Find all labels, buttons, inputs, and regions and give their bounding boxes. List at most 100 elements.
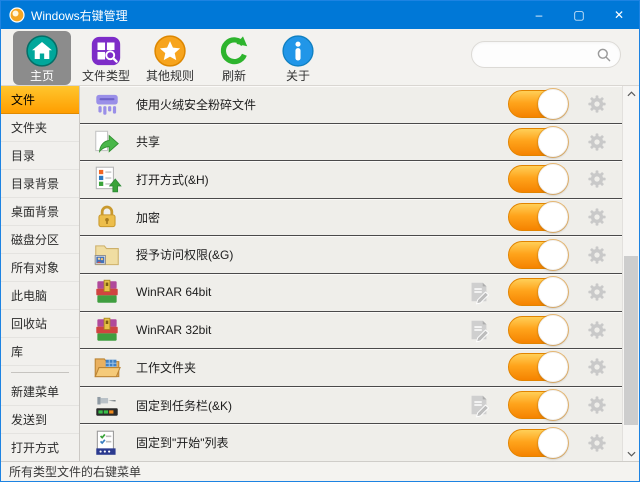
other-rules-icon xyxy=(153,34,187,68)
toggle-switch[interactable] xyxy=(508,90,568,118)
sidebar-item-label: 文件夹 xyxy=(11,119,47,136)
app-window: Windows右键管理 – ▢ ✕ 主页 文件类型 其他规则刷新关于 文件文件夹目录… xyxy=(0,0,640,482)
toggle-switch[interactable] xyxy=(508,429,568,457)
sidebar: 文件文件夹目录目录背景桌面背景磁盘分区所有对象此电脑回收站库新建菜单发送到打开方… xyxy=(1,86,80,461)
statusbar: 所有类型文件的右键菜单 xyxy=(1,461,639,481)
list-item[interactable]: 授予访问权限(&G) xyxy=(80,236,622,274)
gear-icon[interactable] xyxy=(586,281,608,303)
list-item[interactable]: 固定到"开始"列表 xyxy=(80,424,622,461)
sidebar-item-label: 库 xyxy=(11,343,23,360)
sidebar-item-library[interactable]: 库 xyxy=(1,338,79,366)
sidebar-item-label: 目录 xyxy=(11,147,35,164)
pin-taskbar-icon xyxy=(92,390,122,420)
gear-icon[interactable] xyxy=(586,356,608,378)
share-icon xyxy=(92,127,122,157)
sidebar-item-label: 新建菜单 xyxy=(11,383,59,400)
search-input[interactable] xyxy=(484,48,596,62)
gear-icon[interactable] xyxy=(586,319,608,341)
gear-icon[interactable] xyxy=(586,206,608,228)
toggle-knob xyxy=(538,89,568,119)
sidebar-item-send-to[interactable]: 发送到 xyxy=(1,406,79,434)
close-button[interactable]: ✕ xyxy=(599,1,639,29)
list-item[interactable]: WinRAR 64bit xyxy=(80,274,622,312)
status-text: 所有类型文件的右键菜单 xyxy=(9,463,141,480)
maximize-button[interactable]: ▢ xyxy=(559,1,599,29)
window-title: Windows右键管理 xyxy=(31,7,519,24)
toggle-switch[interactable] xyxy=(508,353,568,381)
work-folders-icon xyxy=(92,352,122,382)
toggle-knob xyxy=(538,202,568,232)
sidebar-item-dir-bg[interactable]: 目录背景 xyxy=(1,170,79,198)
toggle-knob xyxy=(538,240,568,270)
scrollbar-track xyxy=(623,101,639,446)
toggle-knob xyxy=(538,127,568,157)
grant-access-icon xyxy=(92,240,122,270)
sidebar-item-folder[interactable]: 文件夹 xyxy=(1,114,79,142)
sidebar-item-all-objects[interactable]: 所有对象 xyxy=(1,254,79,282)
toolbar-button-about[interactable]: 关于 xyxy=(269,31,327,85)
sidebar-item-label: 发送到 xyxy=(11,411,47,428)
toggle-switch[interactable] xyxy=(508,391,568,419)
list-item-label: 加密 xyxy=(136,209,508,226)
toolbar-button-label: 关于 xyxy=(286,70,310,83)
sidebar-item-label: 所有对象 xyxy=(11,259,59,276)
gear-icon[interactable] xyxy=(586,168,608,190)
list-item-label: 固定到任务栏(&K) xyxy=(136,397,466,414)
toggle-switch[interactable] xyxy=(508,241,568,269)
scroll-down-icon[interactable] xyxy=(623,446,639,461)
toolbar-button-file-types[interactable]: 文件类型 xyxy=(77,31,135,85)
toggle-switch[interactable] xyxy=(508,128,568,156)
sidebar-item-directory[interactable]: 目录 xyxy=(1,142,79,170)
list-item[interactable]: 打开方式(&H) xyxy=(80,161,622,199)
toolbar-button-label: 主页 xyxy=(30,70,54,83)
list-item-label: WinRAR 64bit xyxy=(136,285,466,299)
content-area: 文件文件夹目录目录背景桌面背景磁盘分区所有对象此电脑回收站库新建菜单发送到打开方… xyxy=(1,86,639,461)
sidebar-item-file[interactable]: 文件 xyxy=(1,86,79,114)
gear-icon[interactable] xyxy=(586,131,608,153)
sidebar-item-label: 此电脑 xyxy=(11,287,47,304)
sidebar-divider xyxy=(1,366,79,378)
list-item[interactable]: 使用火绒安全粉碎文件 xyxy=(80,86,622,124)
lock-icon xyxy=(92,202,122,232)
list-item[interactable]: 加密 xyxy=(80,199,622,237)
gear-icon[interactable] xyxy=(586,432,608,454)
toggle-switch[interactable] xyxy=(508,165,568,193)
main-panel: 使用火绒安全粉碎文件共享打开方式(&H) 加密授予访问权限(&G) WinRAR 6… xyxy=(80,86,639,461)
toggle-switch[interactable] xyxy=(508,316,568,344)
toolbar-button-label: 其他规则 xyxy=(146,70,194,83)
toggle-switch[interactable] xyxy=(508,278,568,306)
sidebar-item-desktop-bg[interactable]: 桌面背景 xyxy=(1,198,79,226)
sidebar-item-label: 回收站 xyxy=(11,315,47,332)
edit-icon[interactable] xyxy=(466,317,492,343)
scroll-up-icon[interactable] xyxy=(623,86,639,101)
sidebar-item-new-menu[interactable]: 新建菜单 xyxy=(1,378,79,406)
gear-icon[interactable] xyxy=(586,244,608,266)
gear-icon[interactable] xyxy=(586,394,608,416)
toolbar-button-home[interactable]: 主页 xyxy=(13,31,71,85)
list-item[interactable]: WinRAR 32bit xyxy=(80,312,622,350)
list-item[interactable]: 固定到任务栏(&K) xyxy=(80,387,622,425)
toolbar-button-label: 文件类型 xyxy=(82,70,130,83)
edit-icon[interactable] xyxy=(466,392,492,418)
list-item[interactable]: 共享 xyxy=(80,124,622,162)
toolbar-buttons: 主页 文件类型 其他规则刷新关于 xyxy=(13,29,327,85)
sidebar-item-recycle-bin[interactable]: 回收站 xyxy=(1,310,79,338)
sidebar-item-this-pc[interactable]: 此电脑 xyxy=(1,282,79,310)
sidebar-item-disk-partition[interactable]: 磁盘分区 xyxy=(1,226,79,254)
toggle-switch[interactable] xyxy=(508,203,568,231)
sidebar-item-label: 磁盘分区 xyxy=(11,231,59,248)
menu-item-list: 使用火绒安全粉碎文件共享打开方式(&H) 加密授予访问权限(&G) WinRAR 6… xyxy=(80,86,639,461)
gear-icon[interactable] xyxy=(586,93,608,115)
toolbar-button-other-rules[interactable]: 其他规则 xyxy=(141,31,199,85)
sidebar-item-label: 文件 xyxy=(11,91,35,108)
toolbar-button-refresh[interactable]: 刷新 xyxy=(205,31,263,85)
list-item-label: 使用火绒安全粉碎文件 xyxy=(136,96,508,113)
search-box[interactable] xyxy=(471,41,621,68)
minimize-button[interactable]: – xyxy=(519,1,559,29)
sidebar-item-open-with[interactable]: 打开方式 xyxy=(1,434,79,462)
scrollbar-thumb[interactable] xyxy=(624,256,638,425)
toggle-knob xyxy=(538,390,568,420)
list-item[interactable]: 工作文件夹 xyxy=(80,349,622,387)
edit-icon[interactable] xyxy=(466,279,492,305)
toggle-knob xyxy=(538,315,568,345)
